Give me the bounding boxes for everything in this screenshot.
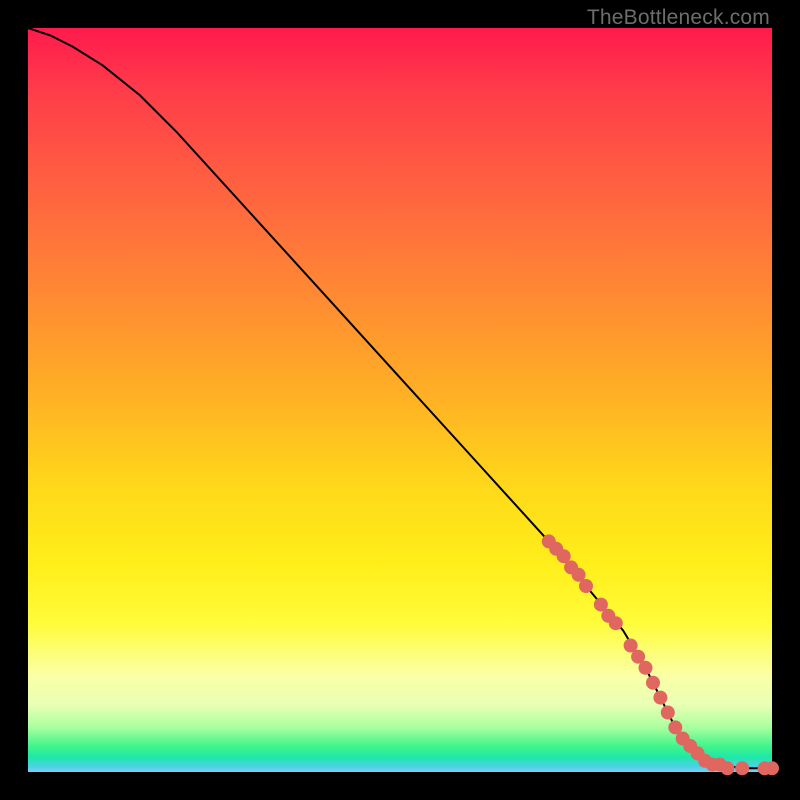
chart-svg <box>28 28 772 772</box>
marker-dot <box>735 761 749 775</box>
highlight-markers <box>542 534 779 775</box>
marker-dot <box>579 579 593 593</box>
chart-frame: TheBottleneck.com <box>0 0 800 800</box>
marker-dot <box>639 661 653 675</box>
marker-dot <box>646 676 660 690</box>
marker-dot <box>653 691 667 705</box>
plot-area <box>28 28 772 772</box>
watermark-text: TheBottleneck.com <box>587 6 770 30</box>
marker-dot <box>765 761 779 775</box>
marker-dot <box>661 706 675 720</box>
series-curve <box>28 28 772 768</box>
marker-dot <box>609 616 623 630</box>
marker-dot <box>720 761 734 775</box>
